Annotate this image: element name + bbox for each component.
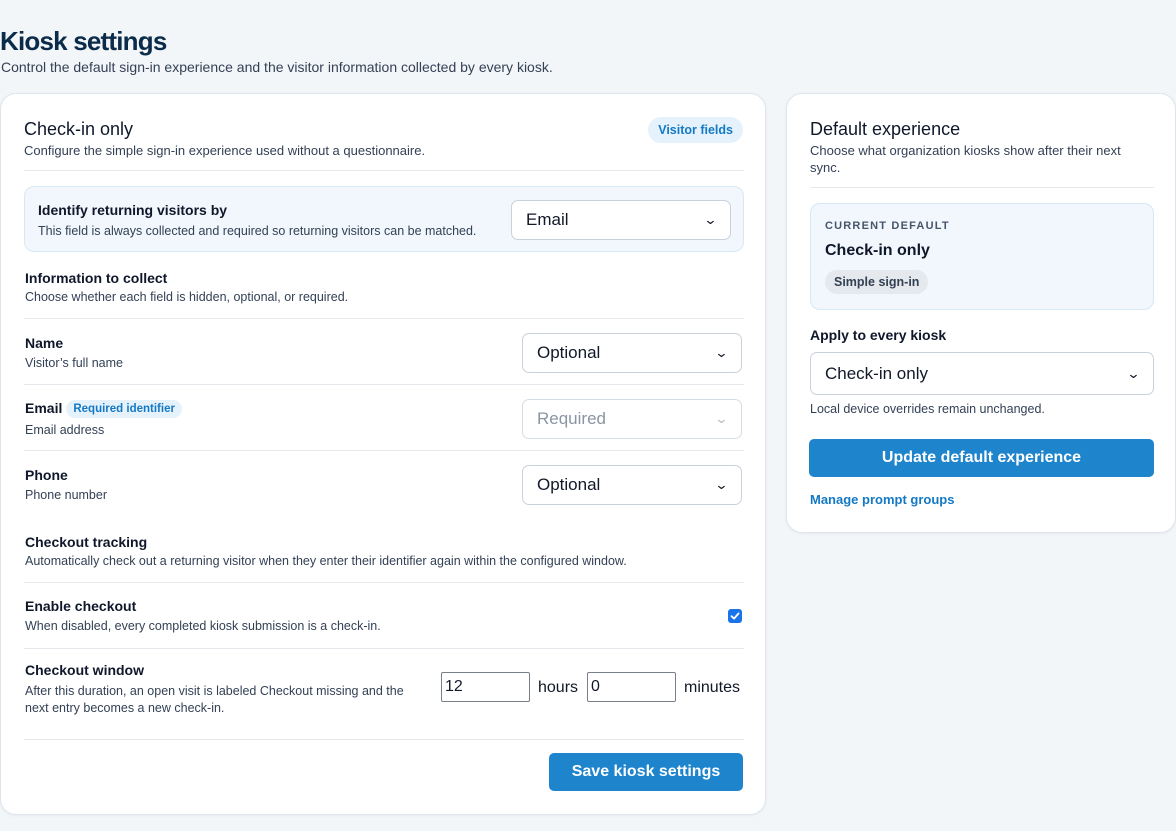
- field-description-name: Visitor’s full name: [25, 356, 123, 370]
- chevron-down-icon: ⌄: [714, 477, 729, 492]
- identify-label: Identify returning visitors by: [38, 202, 228, 218]
- default-experience-card: Default experience Choose what organizat…: [786, 93, 1176, 533]
- enable-checkout-help: When disabled, every completed kiosk sub…: [25, 619, 381, 633]
- divider: [24, 170, 744, 171]
- divider: [24, 450, 744, 451]
- apply-label: Apply to every kiosk: [810, 327, 947, 343]
- apply-experience-select[interactable]: Check-in only ⌄: [810, 352, 1154, 395]
- required-identifier-badge: Required identifier: [66, 400, 182, 418]
- chevron-down-icon: ⌄: [1126, 365, 1141, 381]
- hours-unit-label: hours: [538, 679, 579, 696]
- visitor-fields-link[interactable]: Visitor fields: [648, 117, 743, 143]
- default-experience-title: Default experience: [810, 119, 961, 139]
- save-kiosk-settings-button[interactable]: Save kiosk settings: [549, 753, 743, 791]
- check-icon: [730, 612, 740, 620]
- manage-prompt-groups-link[interactable]: Manage prompt groups: [810, 492, 954, 507]
- divider: [810, 187, 1154, 188]
- phone-field-select-value: Optional: [537, 475, 601, 494]
- name-field-select-value: Optional: [537, 343, 601, 362]
- identify-select-value: Email: [526, 210, 569, 229]
- default-experience-description: Choose what organization kiosks show aft…: [810, 143, 1121, 175]
- chevron-down-icon: ⌄: [714, 411, 729, 426]
- current-default-eyebrow: CURRENT DEFAULT: [825, 220, 950, 232]
- divider: [24, 384, 744, 385]
- field-label-name: Name: [25, 335, 64, 351]
- identify-returning-panel: Identify returning visitors by This fiel…: [24, 186, 744, 252]
- collect-description: Choose whether each field is hidden, opt…: [25, 290, 349, 304]
- checkout-heading: Checkout tracking: [25, 534, 148, 550]
- divider: [24, 318, 744, 319]
- phone-field-select[interactable]: Optional ⌄: [522, 465, 742, 505]
- checkout-window-label: Checkout window: [25, 662, 144, 678]
- name-field-select[interactable]: Optional ⌄: [522, 333, 742, 373]
- checkin-settings-card: Check-in only Configure the simple sign-…: [0, 93, 766, 815]
- page-subtitle: Control the default sign-in experience a…: [1, 59, 553, 75]
- enable-checkout-checkbox[interactable]: [728, 609, 742, 623]
- email-label-text: Email: [25, 400, 63, 416]
- page-title: Kiosk settings: [0, 26, 167, 56]
- apply-experience-select-value: Check-in only: [825, 363, 928, 383]
- field-label-phone: Phone: [25, 467, 68, 483]
- current-default-panel: CURRENT DEFAULT Check-in only Simple sig…: [810, 203, 1154, 310]
- field-label-email: Email Required identifier: [25, 400, 182, 418]
- checkout-description: Automatically check out a returning visi…: [25, 554, 627, 568]
- chevron-down-icon: ⌄: [703, 212, 718, 227]
- minutes-unit-label: minutes: [684, 679, 741, 696]
- update-default-experience-button[interactable]: Update default experience: [809, 439, 1154, 477]
- checkout-window-help: After this duration, an open visit is la…: [25, 684, 404, 715]
- enable-checkout-label: Enable checkout: [25, 598, 137, 614]
- chevron-down-icon: ⌄: [714, 345, 729, 360]
- email-field-select-value: Required: [537, 409, 606, 428]
- checkout-minutes-input[interactable]: [587, 672, 676, 702]
- identify-select[interactable]: Email ⌄: [511, 200, 731, 240]
- collect-heading: Information to collect: [25, 270, 168, 286]
- field-description-email: Email address: [25, 423, 105, 437]
- divider: [24, 648, 744, 649]
- apply-help: Local device overrides remain unchanged.: [810, 402, 1045, 416]
- divider: [24, 739, 744, 740]
- kiosk-settings-page: Kiosk settings Control the default sign-…: [0, 0, 1176, 831]
- field-description-phone: Phone number: [25, 488, 108, 502]
- divider: [24, 582, 744, 583]
- current-default-tag: Simple sign-in: [825, 270, 929, 294]
- email-field-select: Required ⌄: [522, 399, 742, 439]
- current-default-name: Check-in only: [825, 242, 930, 259]
- checkin-card-description: Configure the simple sign-in experience …: [24, 143, 426, 158]
- identify-help: This field is always collected and requi…: [38, 224, 477, 238]
- checkin-card-title: Check-in only: [24, 119, 134, 139]
- checkout-hours-input[interactable]: [441, 672, 530, 702]
